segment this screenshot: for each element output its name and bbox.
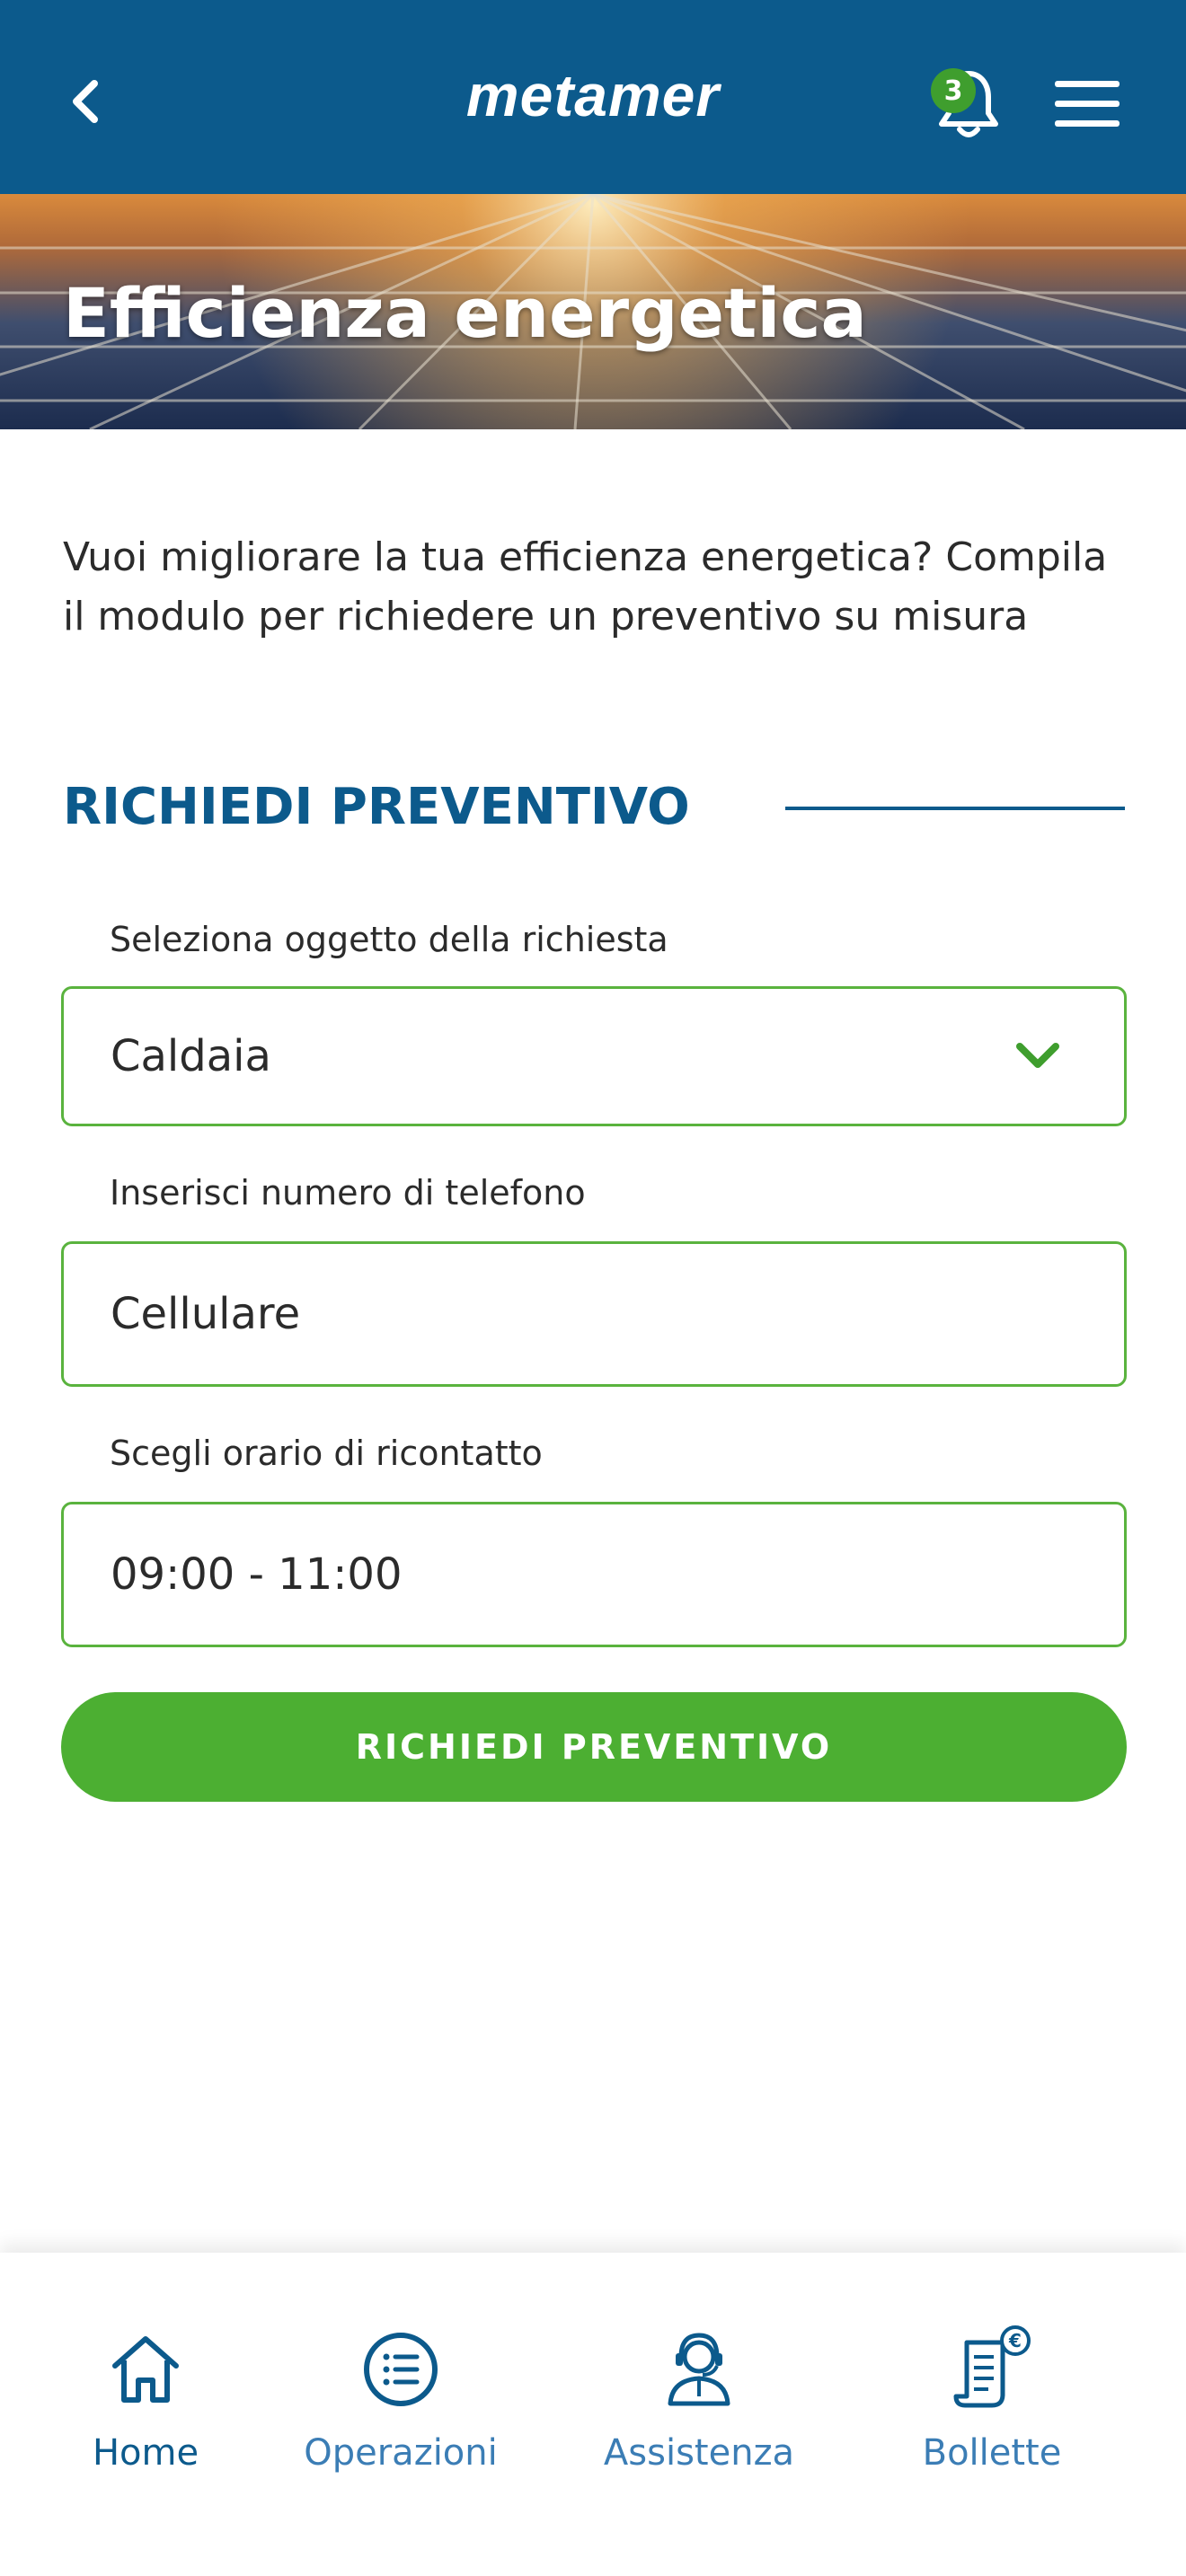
tab-operazioni-label: Operazioni: [304, 2432, 498, 2474]
notification-badge: 3: [931, 68, 976, 113]
subject-value: Caldaia: [111, 1031, 271, 1081]
support-agent-icon: [668, 2333, 730, 2406]
bill-euro-icon: €: [953, 2325, 1031, 2408]
notifications-button[interactable]: 3: [925, 61, 1012, 147]
hamburger-menu-icon: [1055, 81, 1120, 127]
tab-bollette-label: Bollette: [922, 2432, 1062, 2474]
phone-value: Cellulare: [111, 1289, 301, 1339]
tab-home-label: Home: [92, 2432, 199, 2474]
subject-select[interactable]: Caldaia: [61, 986, 1127, 1126]
intro-text: Vuoi migliorare la tua efficienza energe…: [63, 534, 1108, 640]
section-title: RICHIEDI PREVENTIVO: [63, 778, 690, 836]
tab-home[interactable]: Home: [29, 2325, 262, 2474]
submit-button[interactable]: RICHIEDI PREVENTIVO: [61, 1692, 1127, 1802]
bottom-tab-bar: Home Operazioni Assistenza € Bollette: [0, 2253, 1186, 2576]
time-value: 09:00 - 11:00: [111, 1549, 403, 1600]
subject-label: Seleziona oggetto della richiesta: [110, 920, 668, 959]
svg-text:€: €: [1008, 2330, 1022, 2351]
phone-input[interactable]: Cellulare: [61, 1241, 1127, 1387]
hero-banner: Efficienza energetica: [0, 194, 1186, 429]
tab-operazioni[interactable]: Operazioni: [284, 2325, 518, 2474]
time-select[interactable]: 09:00 - 11:00: [61, 1502, 1127, 1647]
chevron-down-icon: [1016, 1043, 1059, 1068]
tab-assistenza-label: Assistenza: [603, 2432, 795, 2474]
menu-button[interactable]: [1051, 72, 1123, 135]
tab-bollette[interactable]: € Bollette: [875, 2325, 1109, 2474]
tab-assistenza[interactable]: Assistenza: [582, 2325, 816, 2474]
list-icon: [364, 2333, 438, 2406]
section-divider: [785, 807, 1125, 810]
home-icon: [112, 2336, 179, 2403]
phone-label: Inserisci numero di telefono: [110, 1173, 586, 1213]
time-label: Scegli orario di ricontatto: [110, 1434, 543, 1473]
page-title: Efficienza energetica: [63, 273, 867, 353]
app-header: metamer 3: [0, 0, 1186, 194]
